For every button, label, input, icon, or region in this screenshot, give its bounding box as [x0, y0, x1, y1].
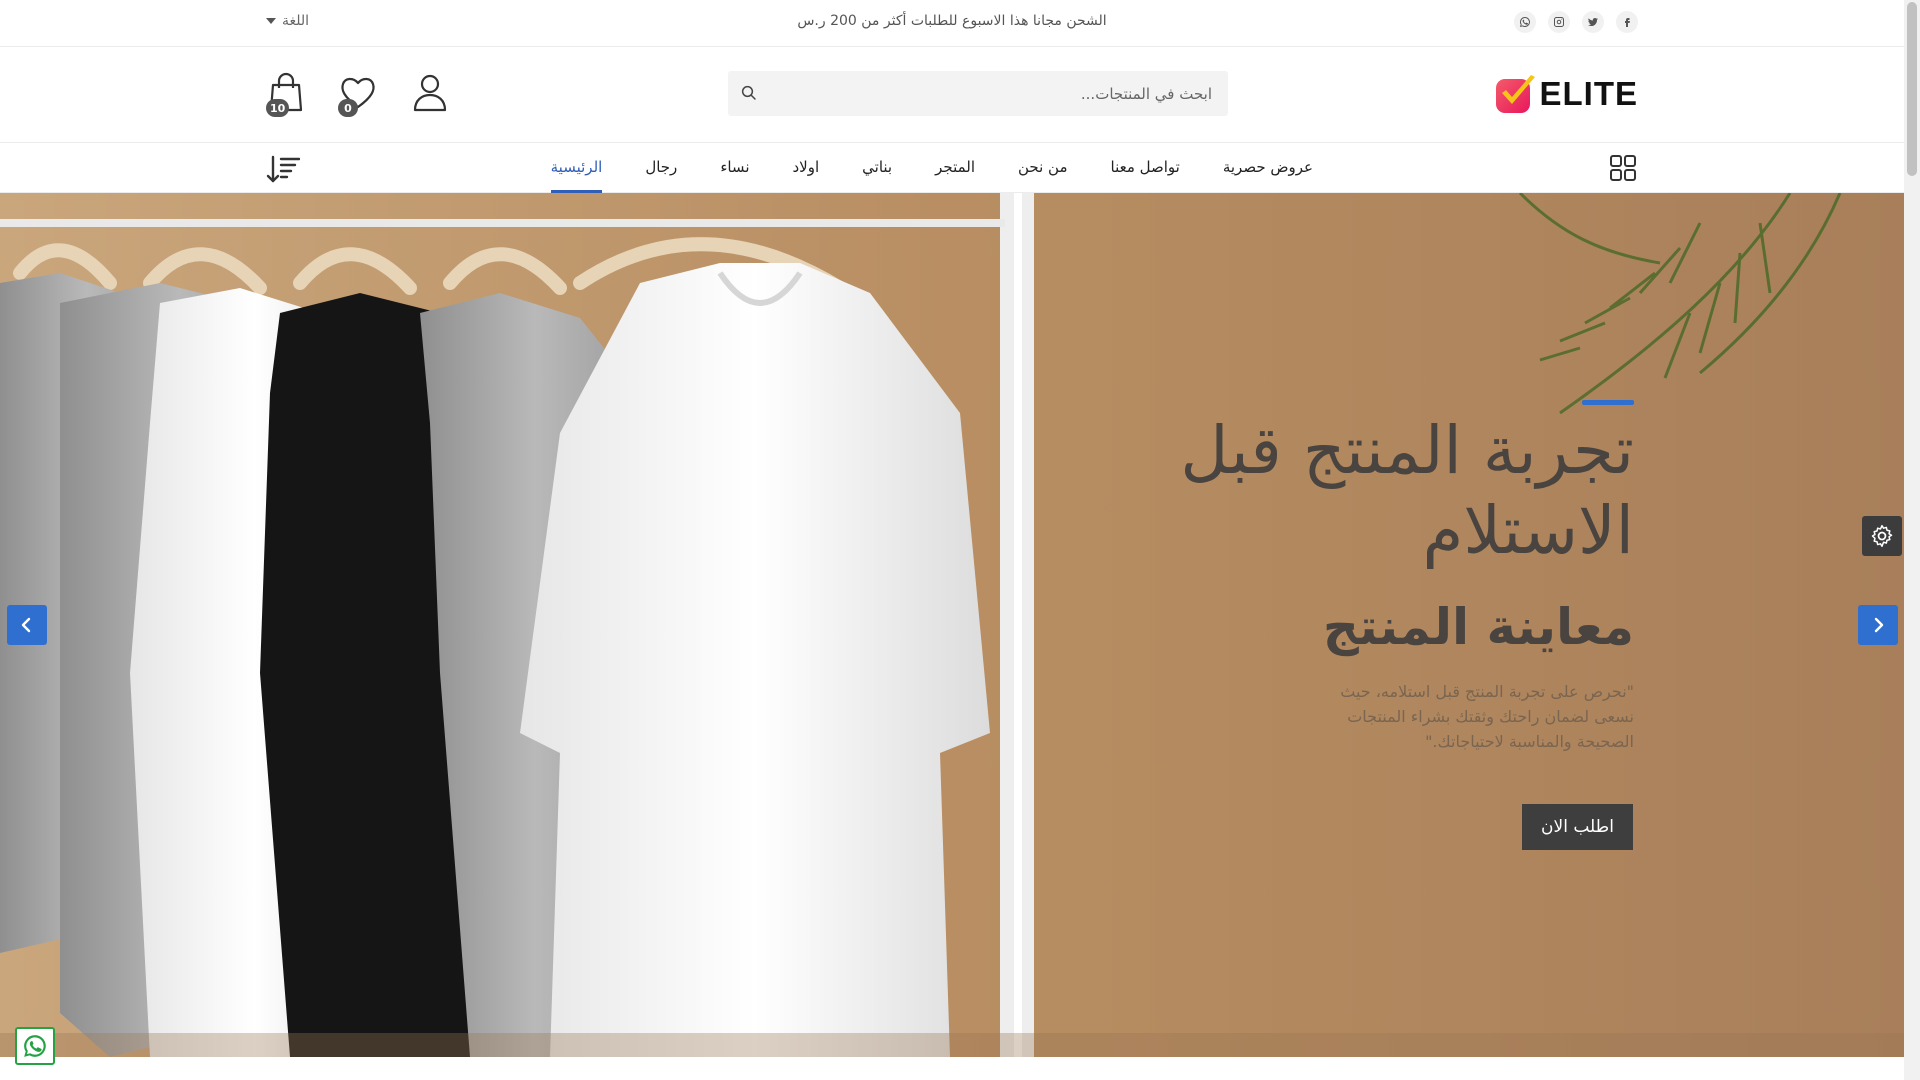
- nav-links: الرئيسية رجال نساء اولاد بناتي المتجر من…: [550, 143, 1313, 193]
- whatsapp-chat-button[interactable]: [15, 1027, 55, 1065]
- caret-down-icon: [266, 18, 276, 24]
- header: ELITE 10: [0, 48, 1904, 142]
- language-label: اللغة: [282, 13, 310, 29]
- cart-count-badge: 10: [266, 99, 290, 117]
- chevron-left-icon: [21, 617, 31, 633]
- nav-item-contact[interactable]: تواصل معنا: [1111, 143, 1180, 193]
- chevron-right-icon: [1874, 617, 1884, 633]
- site-logo[interactable]: ELITE: [1495, 73, 1638, 115]
- settings-button[interactable]: [1862, 516, 1902, 556]
- logo-check-icon: [1496, 75, 1536, 113]
- search-icon[interactable]: [740, 84, 758, 102]
- nav-item-boys[interactable]: اولاد: [793, 143, 820, 193]
- hero-description: "نحرص على تجربة المنتج قبل استلامه، حيث …: [1340, 682, 1634, 751]
- nav-item-home[interactable]: الرئيسية: [550, 143, 602, 193]
- page-bottom: [0, 1057, 1904, 1080]
- nav-item-men[interactable]: رجال: [645, 143, 677, 193]
- page-scrollbar[interactable]: [1904, 0, 1920, 1080]
- sort-icon[interactable]: [266, 154, 300, 184]
- order-now-button[interactable]: اطلب الان: [1522, 804, 1633, 850]
- categories-grid-icon[interactable]: [1610, 155, 1636, 181]
- main-nav: الرئيسية رجال نساء اولاد بناتي المتجر من…: [0, 142, 1904, 193]
- promo-text: الشحن مجانا هذا الاسبوع للطلبات أكثر من …: [797, 13, 1107, 29]
- nav-item-girls[interactable]: بناتي: [862, 143, 892, 193]
- slider-next-button[interactable]: [1858, 605, 1898, 645]
- search-input[interactable]: [768, 71, 1218, 116]
- hero-accent-line: [1582, 400, 1634, 405]
- whatsapp-icon: [24, 1035, 46, 1057]
- nav-item-about[interactable]: من نحن: [1018, 143, 1068, 193]
- hero-slider: تجربة المنتج قبل الاستلام معاينة المنتج …: [0, 193, 1904, 1057]
- nav-item-offers[interactable]: عروض حصرية: [1223, 143, 1313, 193]
- gear-icon: [1871, 524, 1893, 548]
- wishlist-button[interactable]: 0: [338, 71, 382, 117]
- slider-prev-button[interactable]: [7, 605, 47, 645]
- user-icon: [413, 74, 447, 112]
- header-actions: 10 0: [266, 71, 454, 117]
- scrollbar-thumb[interactable]: [1907, 2, 1917, 176]
- hero-subtitle: معاينة المنتج: [1322, 598, 1634, 656]
- logo-text: ELITE: [1539, 75, 1638, 112]
- cart-button[interactable]: 10: [266, 71, 310, 117]
- page: الشحن مجانا هذا الاسبوع للطلبات أكثر من …: [0, 0, 1904, 1080]
- wishlist-count-badge: 0: [338, 99, 358, 117]
- search-bar: [728, 71, 1228, 116]
- language-selector[interactable]: اللغة: [266, 13, 309, 29]
- nav-item-shop[interactable]: المتجر: [935, 143, 975, 193]
- topbar: الشحن مجانا هذا الاسبوع للطلبات أكثر من …: [0, 0, 1904, 47]
- nav-item-women[interactable]: نساء: [720, 143, 749, 193]
- account-button[interactable]: [410, 71, 454, 117]
- hero-title: تجربة المنتج قبل الاستلام: [1180, 412, 1634, 569]
